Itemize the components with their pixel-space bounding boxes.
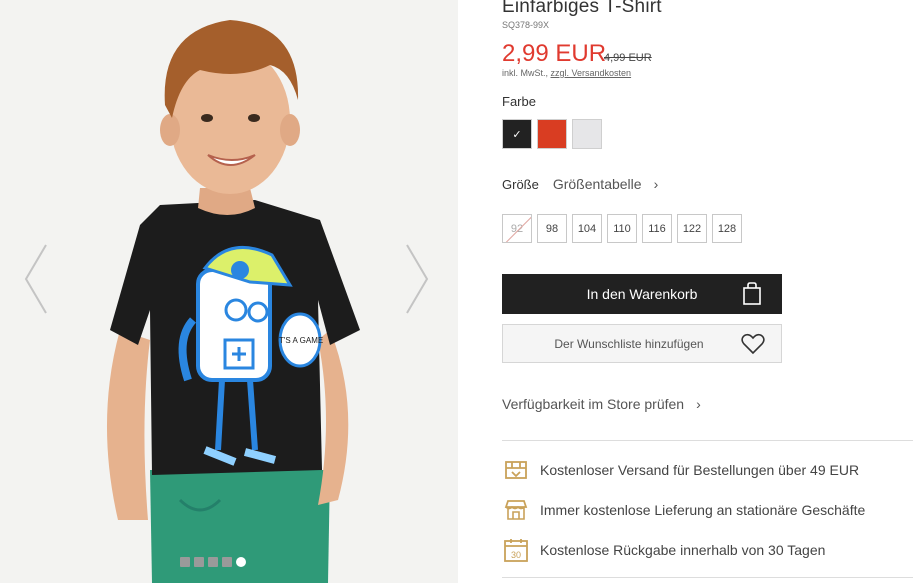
- benefit-item: 30 Kostenlose Rückgabe innerhalb von 30 …: [502, 535, 913, 565]
- color-swatch-grey[interactable]: [572, 119, 602, 149]
- vat-text: inkl. MwSt.,: [502, 68, 551, 78]
- size-header: Größe Größentabelle ›: [502, 176, 658, 192]
- chevron-right-icon: ›: [696, 396, 701, 412]
- benefit-text: Kostenlose Rückgabe innerhalb von 30 Tag…: [540, 542, 826, 558]
- shipping-costs-link[interactable]: zzgl. Versandkosten: [551, 68, 632, 78]
- size-option-98[interactable]: 98: [537, 214, 567, 243]
- gallery-dot[interactable]: [180, 557, 190, 567]
- gallery-dot[interactable]: [194, 557, 204, 567]
- chevron-left-icon: [24, 244, 47, 314]
- size-chart-link[interactable]: Größentabelle ›: [553, 176, 658, 192]
- shirt-print-text: IT'S A GAME: [277, 336, 323, 345]
- chevron-right-icon: ›: [653, 176, 659, 192]
- calendar-badge-text: 30: [511, 550, 521, 560]
- gallery-pagination: [180, 557, 246, 567]
- add-to-wishlist-button[interactable]: Der Wunschliste hinzufügen: [502, 324, 782, 363]
- product-title: Einfarbiges T-Shirt: [502, 0, 662, 17]
- benefit-item: Kostenloser Versand für Bestellungen übe…: [502, 455, 913, 485]
- vat-note: inkl. MwSt., zzgl. Versandkosten: [502, 68, 631, 78]
- benefit-item: Immer kostenlose Lieferung an stationäre…: [502, 495, 913, 525]
- old-price: 4,99 EUR: [604, 52, 652, 64]
- benefit-text: Immer kostenlose Lieferung an stationäre…: [540, 502, 866, 518]
- gallery-dot-active[interactable]: [236, 557, 246, 567]
- calendar-30-icon: 30: [504, 539, 528, 562]
- size-option-92[interactable]: 92: [502, 214, 532, 243]
- size-chart-label: Größentabelle: [552, 176, 642, 192]
- size-option-128[interactable]: 128: [712, 214, 742, 243]
- heart-icon: [741, 333, 765, 355]
- shopping-bag-icon: [743, 282, 761, 305]
- store-availability-label: Verfügbarkeit im Store prüfen: [502, 396, 685, 412]
- benefits-list: Kostenloser Versand für Bestellungen übe…: [502, 455, 913, 575]
- color-swatch-black[interactable]: ✓: [502, 119, 532, 149]
- color-swatch-red[interactable]: [537, 119, 567, 149]
- color-swatches: ✓: [502, 119, 602, 149]
- current-price: 2,99 EUR: [502, 40, 607, 67]
- add-to-wishlist-label: Der Wunschliste hinzufügen: [554, 336, 704, 351]
- divider: [502, 577, 913, 578]
- gallery-prev-arrow[interactable]: [24, 243, 48, 315]
- size-option-110[interactable]: 110: [607, 214, 637, 243]
- store-icon: [504, 500, 528, 520]
- product-sku: SQ378-99X: [502, 20, 550, 30]
- add-to-cart-button[interactable]: In den Warenkorb: [502, 274, 782, 314]
- size-option-116[interactable]: 116: [642, 214, 672, 243]
- gallery-next-arrow[interactable]: [405, 243, 429, 315]
- color-label: Farbe: [502, 94, 536, 109]
- product-image-gallery: IT'S A GAME: [0, 0, 458, 583]
- shipping-box-icon: [505, 461, 527, 479]
- store-availability-link[interactable]: Verfügbarkeit im Store prüfen ›: [502, 396, 701, 412]
- chevron-right-icon: [406, 244, 429, 314]
- product-photo: IT'S A GAME: [0, 0, 458, 583]
- gallery-dot[interactable]: [222, 557, 232, 567]
- gallery-dot[interactable]: [208, 557, 218, 567]
- benefit-text: Kostenloser Versand für Bestellungen übe…: [540, 462, 860, 478]
- product-details: Einfarbiges T-Shirt SQ378-99X 2,99 EUR 4…: [502, 0, 913, 583]
- size-option-104[interactable]: 104: [572, 214, 602, 243]
- size-option-122[interactable]: 122: [677, 214, 707, 243]
- size-options: 92 98 104 110 116 122 128: [502, 214, 742, 243]
- size-label: Größe: [502, 177, 539, 192]
- check-icon: ✓: [512, 128, 522, 141]
- divider: [502, 440, 913, 441]
- add-to-cart-label: In den Warenkorb: [586, 286, 698, 302]
